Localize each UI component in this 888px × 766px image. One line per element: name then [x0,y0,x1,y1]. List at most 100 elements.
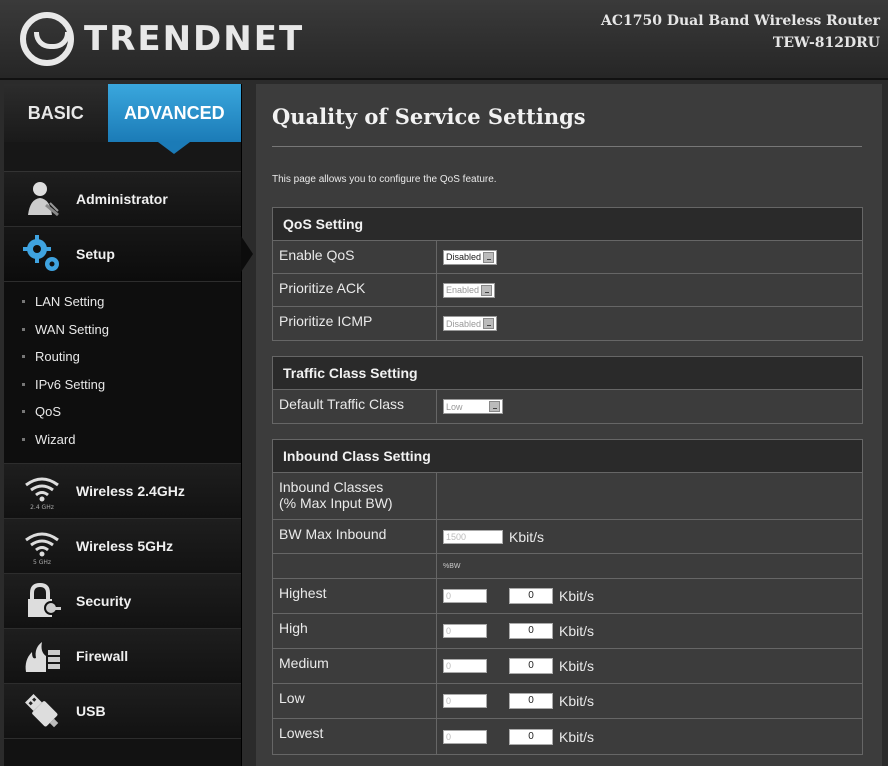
submenu-label: WAN Setting [35,321,109,337]
select-value: Low [446,401,463,412]
class-row-lowest: Lowest 0 0 Kbit/s [273,719,862,754]
class-row-low: Low 0 0 Kbit/s [273,684,862,719]
enable-qos-label: Enable QoS [273,241,437,273]
kbit-unit-label: Kbit/s [559,658,595,674]
submenu-lan-setting[interactable]: LAN Setting [22,288,241,316]
firewall-icon [20,636,64,676]
dropdown-arrow-icon [483,251,495,263]
bullet-icon [22,300,25,304]
submenu-qos[interactable]: QoS [22,398,241,426]
class-percent-input[interactable]: 0 [443,729,487,744]
sidebar-item-security[interactable]: Security [4,574,241,629]
prioritize-icmp-label: Prioritize ICMP [273,307,437,340]
sidebar-item-usb[interactable]: USB [4,684,241,739]
prioritize-ack-select[interactable]: Enabled [443,282,496,298]
dropdown-arrow-icon [489,401,500,412]
default-traffic-class-select[interactable]: Low [443,399,503,414]
mode-tabs: BASIC ADVANCED [4,84,241,154]
prioritize-icmp-select[interactable]: Disabled [443,316,498,331]
kbit-unit-label: Kbit/s [559,693,595,709]
submenu-routing[interactable]: Routing [22,343,241,371]
sidebar-item-label: USB [76,703,106,719]
bw-max-inbound-row: BW Max Inbound 1500 Kbit/s [273,520,862,554]
default-traffic-class-label: Default Traffic Class [273,390,437,423]
main-content: Quality of Service Settings This page al… [256,84,882,766]
class-percent-input[interactable]: 0 [443,624,487,638]
dropdown-arrow-icon [481,284,493,296]
sidebar-spacer [4,142,241,172]
sidebar-item-label: Security [76,593,132,609]
class-label: Medium [273,649,437,683]
sidebar-item-setup[interactable]: Setup [4,227,253,282]
submenu-wizard[interactable]: Wizard [22,426,241,454]
bullet-icon [22,382,25,386]
class-label: Lowest [273,719,437,754]
setup-submenu: LAN Setting WAN Setting Routing IPv6 Set… [4,282,241,464]
kbit-unit-label: Kbit/s [559,728,595,745]
bw-max-inbound-input[interactable]: 1500 [443,529,503,544]
submenu-label: QoS [35,404,62,420]
wifi-2g-icon: 2.4 GHz [20,471,64,511]
bw-unit-label: Kbit/s [509,528,545,545]
qos-setting-section: QoS Setting Enable QoS Disabled Prioriti… [272,207,863,341]
sidebar-item-firewall[interactable]: Firewall [4,629,241,684]
select-value: Disabled [446,252,482,262]
class-label: High [273,614,437,648]
default-traffic-class-row: Default Traffic Class Low [273,390,862,423]
tab-basic[interactable]: BASIC [4,84,108,142]
class-label: Highest [273,579,437,613]
product-model: TEW-812DRU [772,35,880,51]
product-info: AC1750 Dual Band Wireless Router TEW-812… [601,10,880,54]
sidebar-item-wireless-5g[interactable]: 5 GHz Wireless 5GHz [4,519,241,574]
submenu-label: Wizard [35,431,76,447]
gears-icon [20,234,64,274]
class-row-highest: Highest 0 0 Kbit/s [273,579,862,614]
submenu-ipv6-setting[interactable]: IPv6 Setting [22,371,241,399]
section-header: Traffic Class Setting [273,357,862,390]
page-description: This page allows you to configure the Qo… [272,174,497,185]
class-row-high: High 0 0 Kbit/s [273,614,862,649]
class-kbit-input[interactable]: 0 [509,728,553,745]
class-row-medium: Medium 0 0 Kbit/s [273,649,862,684]
inbound-classes-label: Inbound Classes (% Max Input BW) [273,473,437,519]
class-kbit-input[interactable]: 0 [509,658,553,674]
title-divider [272,146,862,147]
class-percent-input[interactable]: 0 [443,694,487,708]
prioritize-ack-label: Prioritize ACK [273,274,437,306]
wifi-2g-caption: 2.4 GHz [30,504,54,511]
sidebar-item-wireless-2g[interactable]: 2.4 GHz Wireless 2.4GHz [4,464,241,519]
tab-advanced[interactable]: ADVANCED [107,84,241,154]
wifi-5g-icon: 5 GHz [20,526,64,566]
trendnet-logo: TRENDNET [20,12,304,66]
sidebar-item-label: Administrator [76,191,168,207]
lock-icon [20,581,64,621]
class-percent-input[interactable]: 0 [443,589,487,603]
class-kbit-input[interactable]: 0 [509,623,553,639]
admin-icon [20,179,64,219]
bw-max-inbound-label: BW Max Inbound [273,520,437,553]
bw-note-row: %BW [273,554,862,579]
class-kbit-input[interactable]: 0 [509,693,553,709]
page-title: Quality of Service Settings [272,104,586,129]
select-value: Enabled [446,285,480,295]
product-name: AC1750 Dual Band Wireless Router [600,13,880,29]
prioritize-icmp-row: Prioritize ICMP Disabled [273,307,862,340]
class-percent-input[interactable]: 0 [443,659,487,673]
sidebar-item-administrator[interactable]: Administrator [4,172,241,227]
bullet-icon [22,437,25,441]
inbound-class-section: Inbound Class Setting Inbound Classes (%… [272,439,863,755]
bullet-icon [22,355,25,359]
inbound-classes-line1: Inbound Classes [279,479,384,495]
class-kbit-input[interactable]: 0 [509,588,553,604]
percent-bw-note: %BW [443,562,461,570]
enable-qos-select[interactable]: Disabled [443,249,498,265]
sidebar-item-label: Wireless 5GHz [76,538,174,554]
submenu-wan-setting[interactable]: WAN Setting [22,316,241,344]
submenu-label: Routing [35,349,80,365]
inbound-classes-line2: (% Max Input BW) [279,495,393,511]
class-label: Low [273,684,437,718]
sidebar-item-label: Setup [76,246,115,262]
prioritize-ack-row: Prioritize ACK Enabled [273,274,862,307]
traffic-class-section: Traffic Class Setting Default Traffic Cl… [272,356,863,424]
bullet-icon [22,327,25,331]
